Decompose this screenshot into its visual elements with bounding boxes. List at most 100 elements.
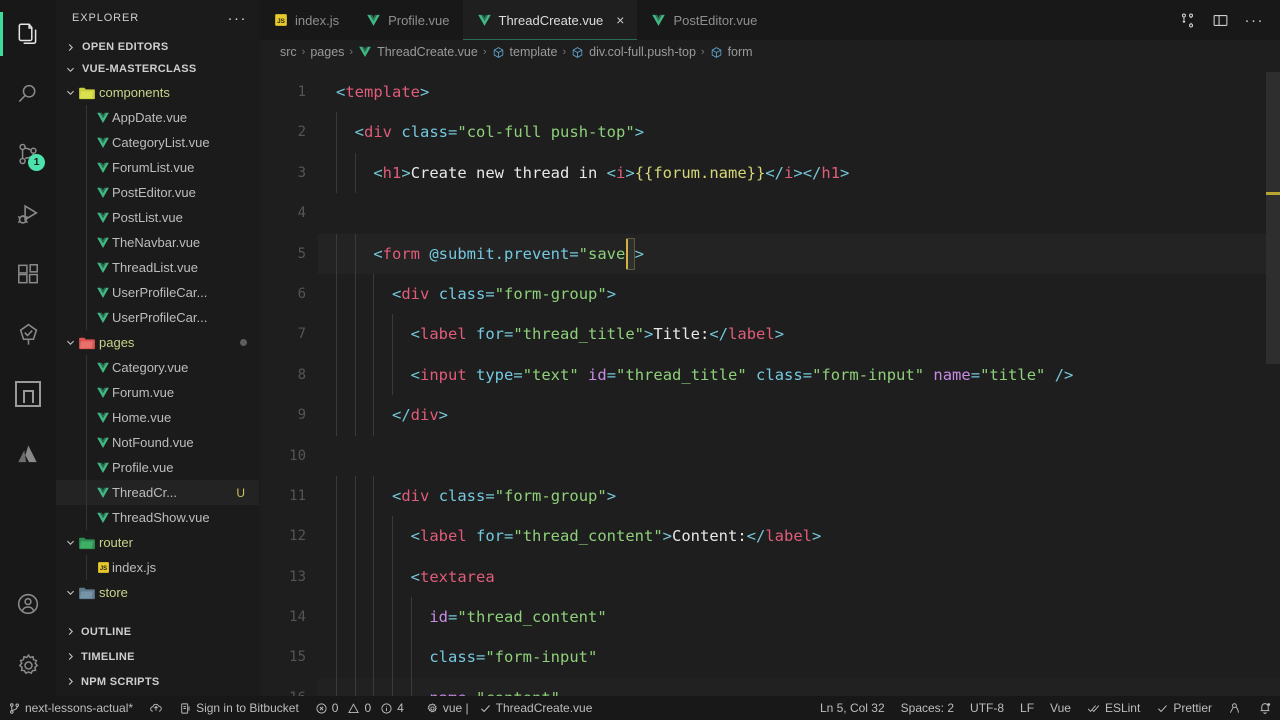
workspace-label: VUE-MASTERCLASS xyxy=(82,63,197,75)
activity-item-explorer[interactable] xyxy=(0,4,56,64)
tree-file-row[interactable]: ThreadCr... U xyxy=(56,480,259,505)
editor-tab[interactable]: JS index.js xyxy=(260,0,353,40)
status-branch[interactable]: next-lessons-actual* xyxy=(0,696,141,720)
breadcrumb-item[interactable]: template xyxy=(492,45,557,59)
breadcrumb-item[interactable]: div.col-full.push-top xyxy=(571,45,696,59)
timeline-label: TIMELINE xyxy=(81,650,135,663)
activity-item-npm-scripts[interactable] xyxy=(0,364,56,424)
tree-file-row[interactable]: Home.vue xyxy=(56,405,259,430)
code-line[interactable] xyxy=(318,436,1280,476)
tree-folder-row[interactable]: components xyxy=(56,80,259,105)
code-line[interactable]: <template> xyxy=(318,72,1280,112)
code-line[interactable]: name="content" xyxy=(318,677,1280,696)
activity-item-testing[interactable] xyxy=(0,304,56,364)
tree-file-row[interactable]: AppDate.vue xyxy=(56,105,259,130)
section-open-editors[interactable]: OPEN EDITORS xyxy=(56,36,259,58)
tree-file-row[interactable]: PostEditor.vue xyxy=(56,180,259,205)
section-outline[interactable]: OUTLINE xyxy=(56,619,259,644)
activity-item-extensions[interactable] xyxy=(0,244,56,304)
editor-tab[interactable]: Profile.vue xyxy=(352,0,463,40)
code-line[interactable]: id="thread_content" xyxy=(318,597,1280,638)
tree-folder-row[interactable]: store xyxy=(56,580,259,605)
tree-file-row[interactable]: JS index.js xyxy=(56,555,259,580)
activity-item-source-control[interactable]: 1 xyxy=(0,124,56,184)
tree-file-row[interactable]: ForumList.vue xyxy=(56,155,259,180)
vue-icon xyxy=(651,13,666,28)
check-check-icon xyxy=(1087,702,1101,715)
code-line[interactable]: <input type="text" id="thread_title" cla… xyxy=(318,354,1280,396)
tree-file-row[interactable]: TheNavbar.vue xyxy=(56,230,259,255)
tree-file-row[interactable]: Category.vue xyxy=(56,355,259,380)
code-line[interactable] xyxy=(318,193,1280,233)
editor-scrollbar[interactable] xyxy=(1266,64,1280,696)
section-timeline[interactable]: TIMELINE xyxy=(56,644,259,669)
tree-file-row[interactable]: UserProfileCar... xyxy=(56,280,259,305)
tree-item-label: components xyxy=(99,85,170,100)
code-content[interactable]: <template> <div class="col-full push-top… xyxy=(318,64,1280,696)
tree-file-row[interactable]: Profile.vue xyxy=(56,455,259,480)
editor-tab[interactable]: ThreadCreate.vue × xyxy=(462,0,638,40)
status-vue-server[interactable]: vue | xyxy=(418,696,477,720)
scrollbar-slider[interactable] xyxy=(1266,72,1280,364)
tree-file-row[interactable]: UserProfileCar... xyxy=(56,305,259,330)
code-line[interactable]: <div class="form-group"> xyxy=(318,475,1280,517)
tree-file-row[interactable]: CategoryList.vue xyxy=(56,130,259,155)
code-editor[interactable]: 12345678910111213141516 <template> <div … xyxy=(260,64,1280,696)
code-line[interactable]: </div> xyxy=(318,395,1280,436)
status-remote[interactable] xyxy=(1220,696,1250,720)
vue-icon xyxy=(94,486,112,500)
status-prettier[interactable]: Prettier xyxy=(1148,696,1220,720)
activity-item-settings[interactable] xyxy=(0,634,56,696)
code-line[interactable]: class="form-input" xyxy=(318,637,1280,678)
code-line[interactable]: <label for="thread_content">Content:</la… xyxy=(318,516,1280,557)
editor-tab[interactable]: PostEditor.vue xyxy=(637,0,771,40)
code-line[interactable]: <textarea xyxy=(318,556,1280,598)
tree-folder-row[interactable]: pages xyxy=(56,330,259,355)
breadcrumb-item[interactable]: src xyxy=(280,45,297,59)
code-line[interactable]: <form @submit.prevent="save"> xyxy=(318,233,1280,274)
layout-panel-icon[interactable] xyxy=(1212,12,1229,29)
status-problems[interactable]: 0 0 4 xyxy=(307,696,412,720)
close-icon[interactable]: × xyxy=(616,13,624,27)
tree-file-row[interactable]: ThreadList.vue xyxy=(56,255,259,280)
status-language-mode[interactable]: Vue xyxy=(1042,696,1079,720)
status-bar: next-lessons-actual* Sign in to Bitbucke… xyxy=(0,696,1280,720)
activity-item-search[interactable] xyxy=(0,64,56,124)
line-number: 2 xyxy=(297,124,306,141)
activity-item-accounts[interactable] xyxy=(0,574,56,634)
tree-item-label: ThreadList.vue xyxy=(112,260,198,275)
status-eol[interactable]: LF xyxy=(1012,696,1042,720)
status-eslint[interactable]: ESLint xyxy=(1079,696,1148,720)
activity-item-run-and-debug[interactable] xyxy=(0,184,56,244)
tree-file-row[interactable]: NotFound.vue xyxy=(56,430,259,455)
run-debug-icon xyxy=(15,201,42,228)
breadcrumb-item[interactable]: form xyxy=(710,45,753,59)
activity-item-atlassian[interactable] xyxy=(0,424,56,484)
breadcrumb-label: src xyxy=(280,45,297,59)
status-encoding[interactable]: UTF-8 xyxy=(962,696,1012,720)
tree-file-row[interactable]: Forum.vue xyxy=(56,380,259,405)
code-line[interactable]: <div class="col-full push-top"> xyxy=(318,112,1280,153)
explorer-more-actions-button[interactable]: ··· xyxy=(228,10,254,27)
code-line[interactable]: <h1>Create new thread in <i>{{forum.name… xyxy=(318,152,1280,194)
vue-icon xyxy=(94,186,112,200)
section-workspace[interactable]: VUE-MASTERCLASS xyxy=(56,58,259,80)
file-tree: components AppDate.vue CategoryList.vue For… xyxy=(56,80,259,619)
breadcrumb-item[interactable]: ThreadCreate.vue xyxy=(358,45,478,59)
status-bar-left: next-lessons-actual* Sign in to Bitbucke… xyxy=(0,696,600,720)
code-line[interactable]: <label for="thread_title">Title:</label> xyxy=(318,314,1280,355)
status-notifications[interactable] xyxy=(1250,696,1280,720)
breadcrumb-item[interactable]: pages xyxy=(310,45,344,59)
section-npm-scripts[interactable]: NPM SCRIPTS xyxy=(56,669,259,694)
status-indentation[interactable]: Spaces: 2 xyxy=(893,696,962,720)
tree-file-row[interactable]: PostList.vue xyxy=(56,205,259,230)
status-bitbucket-signin[interactable]: Sign in to Bitbucket xyxy=(171,696,307,720)
code-line[interactable]: <div class="form-group"> xyxy=(318,273,1280,315)
tree-folder-row[interactable]: router xyxy=(56,530,259,555)
status-sync[interactable] xyxy=(141,696,171,720)
ellipsis-icon[interactable]: ··· xyxy=(1245,12,1265,29)
tree-file-row[interactable]: ThreadShow.vue xyxy=(56,505,259,530)
status-file-name[interactable]: ThreadCreate.vue xyxy=(477,696,601,720)
split-editor-icon[interactable] xyxy=(1179,12,1196,29)
status-cursor-position[interactable]: Ln 5, Col 32 xyxy=(812,696,893,720)
